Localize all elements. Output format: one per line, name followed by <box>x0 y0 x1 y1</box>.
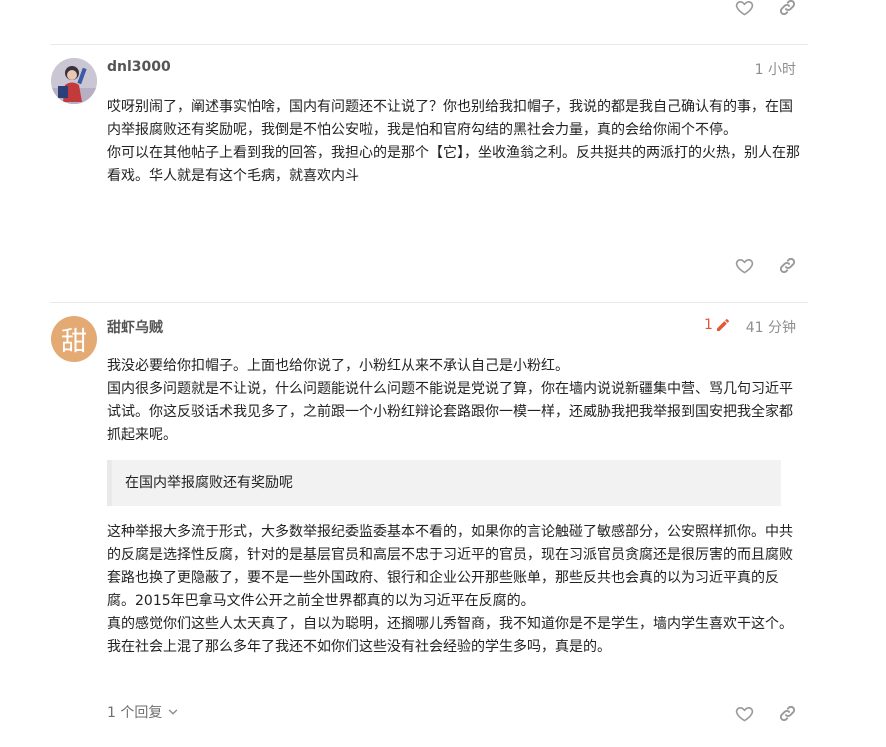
blockquote: 在国内举报腐败还有奖励呢 <box>107 460 781 506</box>
share-link-button[interactable] <box>772 698 802 728</box>
post-body-continued: 这种举报大多流于形式，大多数举报纪委监委基本不看的，如果你的言论触碰了敏感部分，… <box>107 521 803 659</box>
post-body: 哎呀别闹了，阐述事实怕啥，国内有问题还不让说了？你也别给我扣帽子，我说的都是我自… <box>107 96 803 188</box>
show-replies-button[interactable]: 1 个回复 <box>107 702 180 722</box>
post-paragraph: 国内很多问题就是不让说，什么问题能说什么问题不能说是党说了算，你在墙内说说新疆集… <box>107 381 793 443</box>
link-icon <box>779 257 795 273</box>
link-icon <box>779 0 795 15</box>
post-divider <box>50 44 808 45</box>
topic-stream: dnl3000 1 小时 哎呀别闹了，阐述事实怕啥，国内有问题还不让说了？你也别… <box>0 0 886 747</box>
post-paragraph: 真的感觉你们这些人太天真了，自以为聪明，还搁哪儿秀智商，我不知道你是不是学生，墙… <box>107 616 793 655</box>
chevron-down-icon <box>169 709 178 715</box>
post-date[interactable]: 41 分钟 <box>746 317 796 337</box>
post-paragraph: 我没必要给你扣帽子。上面也给你说了，小粉红从来不承认自己是小粉红。 <box>107 358 569 374</box>
username[interactable]: 甜虾乌贼 <box>107 317 163 337</box>
heart-outline-icon <box>735 0 753 16</box>
like-button[interactable] <box>729 698 759 728</box>
link-icon <box>779 705 795 721</box>
edit-history-button[interactable]: 1 <box>704 317 731 333</box>
avatar[interactable]: 甜 <box>51 316 97 362</box>
replies-count-label: 1 个回复 <box>107 705 163 721</box>
heart-outline-icon <box>735 706 753 722</box>
avatar[interactable] <box>51 58 97 104</box>
user-avatar-image <box>51 58 97 104</box>
post-paragraph: 这种举报大多流于形式，大多数举报纪委监委基本不看的，如果你的言论触碰了敏感部分，… <box>107 524 793 609</box>
edit-count: 1 <box>704 317 713 333</box>
pencil-icon <box>716 318 729 331</box>
username[interactable]: dnl3000 <box>107 59 171 75</box>
share-link-button[interactable] <box>772 0 802 22</box>
post-paragraph: 你可以在其他帖子上看到我的回答，我担心的是那个【它】，坐收渔翁之利。反共挺共的两… <box>107 145 800 184</box>
post-divider <box>50 302 808 303</box>
share-link-button[interactable] <box>772 250 802 280</box>
post-paragraph: 哎呀别闹了，阐述事实怕啥，国内有问题还不让说了？你也别给我扣帽子，我说的都是我自… <box>107 99 793 138</box>
like-button[interactable] <box>729 250 759 280</box>
post-date[interactable]: 1 小时 <box>755 59 796 79</box>
heart-outline-icon <box>735 258 753 274</box>
like-button[interactable] <box>729 0 759 22</box>
post-body: 我没必要给你扣帽子。上面也给你说了，小粉红从来不承认自己是小粉红。 国内很多问题… <box>107 355 803 447</box>
